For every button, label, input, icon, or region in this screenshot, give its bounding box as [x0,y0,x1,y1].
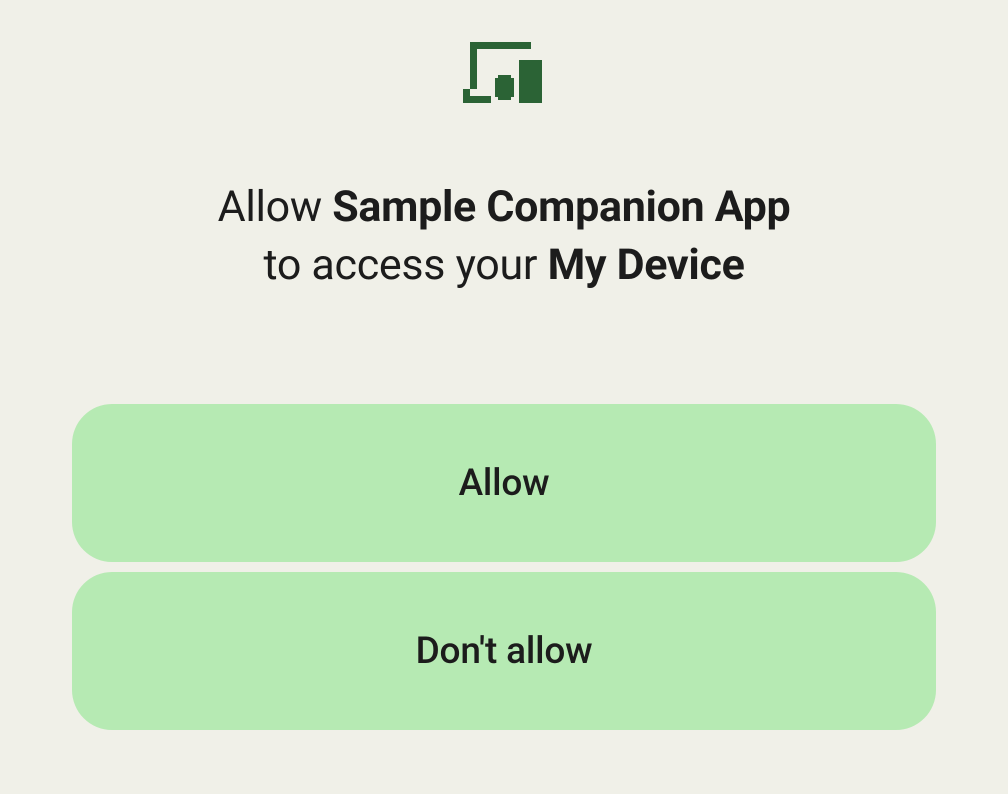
dialog-title: Allow Sample Companion App to access you… [178,178,831,294]
title-middle: to access your [263,240,547,290]
dialog-buttons: Allow Don't allow [0,404,1008,730]
deny-button[interactable]: Don't allow [72,572,936,730]
title-app-name: Sample Companion App [332,182,790,232]
allow-button[interactable]: Allow [72,404,936,562]
companion-devices-icon [463,42,545,108]
title-prefix: Allow [218,182,333,232]
title-device-name: My Device [548,240,745,290]
